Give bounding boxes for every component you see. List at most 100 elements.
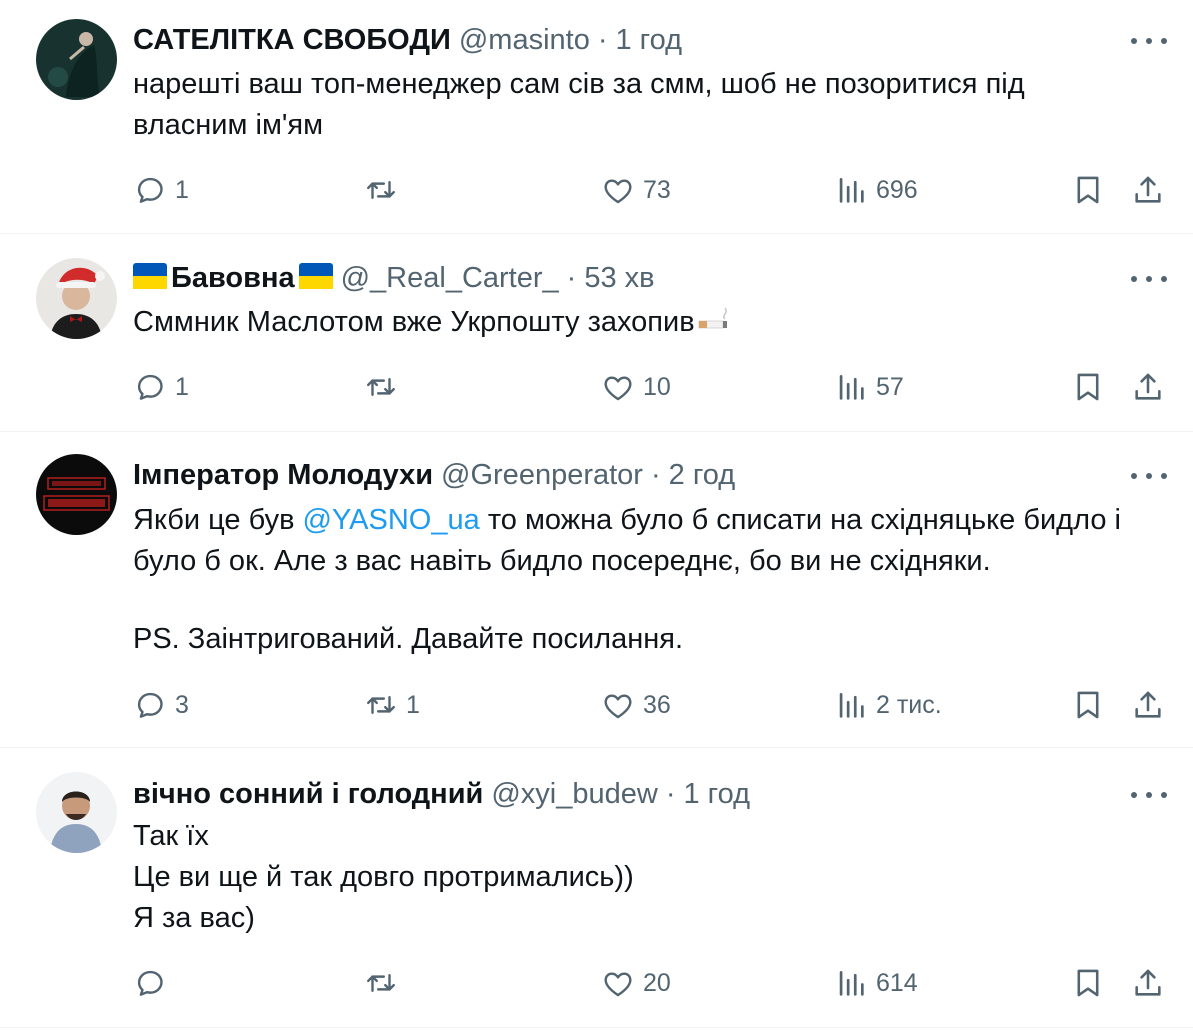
display-name[interactable]: Бавовна — [171, 262, 295, 295]
like-count: 36 — [643, 690, 671, 719]
handle[interactable]: @_Real_Carter_ — [341, 262, 559, 295]
text-line: PS. Заінтригований. Давайте посилання. — [133, 623, 684, 655]
reply-button[interactable]: 1 — [133, 367, 189, 407]
bookmark-button[interactable] — [1071, 963, 1105, 1003]
display-name[interactable]: Імператор Молодухи — [133, 459, 433, 492]
reply-icon — [133, 688, 167, 722]
tweet[interactable]: САТЕЛІТКА СВОБОДИ @masinto · 1 год нареш… — [0, 0, 1193, 234]
bookmark-icon — [1071, 173, 1105, 207]
handle[interactable]: @Greenperator — [441, 459, 643, 492]
timestamp[interactable]: 53 хв — [584, 262, 654, 295]
reply-button[interactable] — [133, 963, 175, 1003]
text-line: Сммник Маслотом вже Укрпошту захопив — [133, 306, 695, 338]
avatar-image — [36, 258, 117, 339]
share-icon — [1131, 370, 1165, 404]
handle[interactable]: @masinto — [459, 24, 590, 57]
text-line: Це ви ще й так довго протримались)) — [133, 861, 634, 893]
text-line: Я за вас) — [133, 902, 255, 934]
bookmark-icon — [1071, 370, 1105, 404]
tweet-header: вічно сонний і голодний @xyi_budew · 1 г… — [133, 776, 750, 812]
reply-button[interactable]: 1 — [133, 170, 189, 210]
reply-count: 1 — [175, 175, 189, 204]
display-name[interactable]: вічно сонний і голодний — [133, 778, 483, 811]
reply-icon — [133, 173, 167, 207]
ukraine-flag-icon — [133, 263, 167, 289]
tweet[interactable]: вічно сонний і голодний @xyi_budew · 1 г… — [0, 748, 1193, 1028]
mention-link[interactable]: @YASNO_ua — [303, 504, 480, 536]
action-bar: 1 73 696 — [0, 170, 1193, 210]
like-button[interactable]: 10 — [601, 367, 671, 407]
bookmark-button[interactable] — [1071, 367, 1105, 407]
reply-count: 3 — [175, 690, 189, 719]
separator-dot: · — [650, 458, 661, 491]
more-options-button[interactable] — [1131, 469, 1167, 483]
views-button[interactable]: 696 — [834, 170, 918, 210]
bookmark-button[interactable] — [1071, 685, 1105, 725]
heart-icon — [601, 370, 635, 404]
like-button[interactable]: 73 — [601, 170, 671, 210]
display-name[interactable]: САТЕЛІТКА СВОБОДИ — [133, 24, 451, 57]
repost-button[interactable] — [364, 367, 406, 407]
timestamp[interactable]: 2 год — [669, 459, 736, 492]
heart-icon — [601, 688, 635, 722]
share-button[interactable] — [1131, 685, 1165, 725]
repost-icon — [364, 966, 398, 1000]
more-options-button[interactable] — [1131, 34, 1167, 48]
views-button[interactable]: 2 тис. — [834, 685, 942, 725]
text-line: Якби це був @YASNO_ua то можна було б сп… — [133, 500, 1153, 541]
bookmark-icon — [1071, 688, 1105, 722]
heart-icon — [601, 966, 635, 1000]
action-bar: 1 10 57 — [0, 367, 1193, 407]
more-options-button[interactable] — [1131, 788, 1167, 802]
avatar[interactable] — [36, 772, 117, 853]
repost-button[interactable]: 1 — [364, 685, 420, 725]
repost-icon — [364, 173, 398, 207]
handle[interactable]: @xyi_budew — [491, 778, 657, 811]
view-count: 696 — [876, 175, 918, 204]
tweet[interactable]: Імператор Молодухи @Greenperator · 2 год… — [0, 432, 1193, 748]
like-button[interactable]: 36 — [601, 685, 671, 725]
action-bar: 3 1 36 2 тис. — [0, 685, 1193, 725]
bar-chart-icon — [834, 688, 868, 722]
repost-button[interactable] — [364, 170, 406, 210]
repost-icon — [364, 688, 398, 722]
cigarette-icon — [698, 307, 727, 329]
reply-button[interactable]: 3 — [133, 685, 189, 725]
share-button[interactable] — [1131, 963, 1165, 1003]
tweet-header: САТЕЛІТКА СВОБОДИ @masinto · 1 год — [133, 22, 682, 58]
share-button[interactable] — [1131, 367, 1165, 407]
text-segment: Якби це був — [133, 504, 295, 536]
text-line: Так їх — [133, 820, 209, 852]
like-button[interactable]: 20 — [601, 963, 671, 1003]
more-options-button[interactable] — [1131, 272, 1167, 286]
views-button[interactable]: 614 — [834, 963, 918, 1003]
like-count: 73 — [643, 175, 671, 204]
share-button[interactable] — [1131, 170, 1165, 210]
text-segment: то можна було б списати на східняцьке би… — [487, 504, 1121, 536]
share-icon — [1131, 173, 1165, 207]
repost-button[interactable] — [364, 963, 406, 1003]
views-button[interactable]: 57 — [834, 367, 904, 407]
repost-icon — [364, 370, 398, 404]
view-count: 57 — [876, 372, 904, 401]
tweet-text: Сммник Маслотом вже Укрпошту захопив — [133, 302, 1153, 343]
bar-chart-icon — [834, 370, 868, 404]
reply-count: 1 — [175, 372, 189, 401]
timestamp[interactable]: 1 год — [616, 24, 683, 57]
like-count: 20 — [643, 968, 671, 997]
separator-dot: · — [566, 261, 577, 294]
bar-chart-icon — [834, 966, 868, 1000]
timestamp[interactable]: 1 год — [684, 778, 751, 811]
avatar-image — [36, 19, 117, 100]
avatar[interactable] — [36, 454, 117, 535]
avatar[interactable] — [36, 19, 117, 100]
view-count: 2 тис. — [876, 690, 942, 719]
tweet[interactable]: Бавовна @_Real_Carter_ · 53 хв Сммник Ма… — [0, 234, 1193, 432]
reply-icon — [133, 966, 167, 1000]
bookmark-button[interactable] — [1071, 170, 1105, 210]
share-icon — [1131, 966, 1165, 1000]
tweet-text: Так їх Це ви ще й так довго протримались… — [133, 816, 1153, 939]
share-icon — [1131, 688, 1165, 722]
separator-dot: · — [665, 777, 676, 810]
avatar[interactable] — [36, 258, 117, 339]
